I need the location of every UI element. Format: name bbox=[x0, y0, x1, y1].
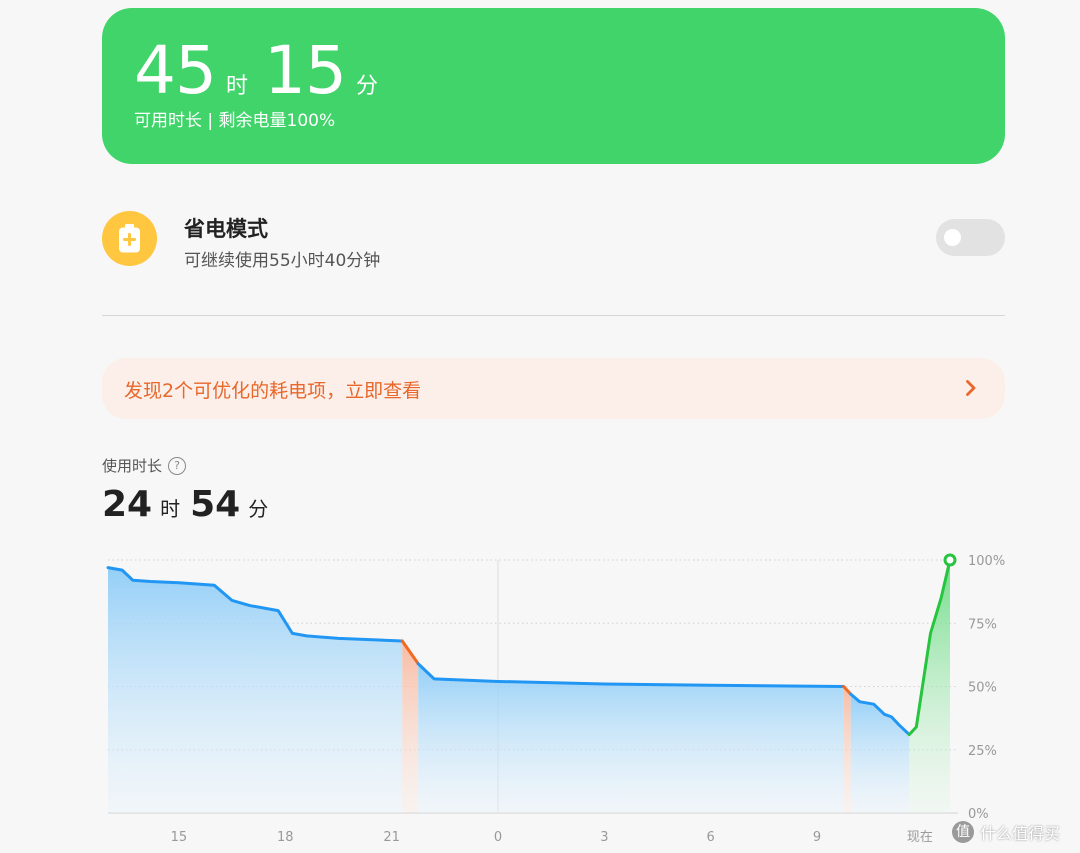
y-tick-label: 25% bbox=[968, 744, 997, 759]
rapid-drain-area bbox=[843, 686, 851, 813]
divider bbox=[102, 315, 1005, 316]
x-tick-label: 18 bbox=[277, 830, 294, 845]
power-saving-subtitle: 可继续使用55小时40分钟 bbox=[184, 251, 381, 271]
battery-page: 45 时 15 分 可用时长 | 剩余电量100% 省电模式 可继续使用55小时… bbox=[0, 0, 1080, 853]
battery-subtitle: 可用时长 | 剩余电量100% bbox=[134, 111, 336, 131]
chevron-right-icon bbox=[965, 379, 977, 401]
power-saving-title: 省电模式 bbox=[184, 217, 268, 241]
x-tick-label: 21 bbox=[383, 830, 400, 845]
remaining-time: 45 时 15 分 bbox=[134, 32, 394, 110]
watermark: 值 什么值得买 bbox=[952, 820, 1060, 844]
current-level-marker bbox=[943, 553, 957, 567]
usage-hour-unit: 时 bbox=[160, 497, 181, 521]
usage-label: 使用时长 ? bbox=[102, 455, 187, 476]
power-saving-row[interactable]: 省电模式 可继续使用55小时40分钟 bbox=[102, 205, 1005, 275]
y-tick-label: 75% bbox=[968, 617, 997, 632]
y-tick-label: 100% bbox=[968, 554, 1005, 569]
battery-plus-icon bbox=[102, 211, 157, 266]
power-saving-toggle[interactable] bbox=[936, 219, 1005, 256]
x-tick-label: 3 bbox=[600, 830, 608, 845]
charging-area bbox=[909, 560, 950, 813]
optimization-text: 发现2个可优化的耗电项，立即查看 bbox=[124, 380, 422, 402]
battery-remaining-card: 45 时 15 分 可用时长 | 剩余电量100% bbox=[102, 8, 1005, 164]
usage-duration: 24 时 54 分 bbox=[102, 484, 278, 525]
watermark-logo: 值 bbox=[952, 821, 974, 843]
usage-hours: 24 bbox=[102, 484, 153, 525]
x-tick-label: 0 bbox=[494, 830, 502, 845]
x-tick-label: 6 bbox=[707, 830, 715, 845]
remaining-hours: 45 bbox=[134, 32, 217, 109]
minute-unit: 分 bbox=[355, 74, 378, 99]
x-tick-label: 9 bbox=[813, 830, 821, 845]
usage-label-text: 使用时长 bbox=[102, 457, 163, 475]
optimization-banner[interactable]: 发现2个可优化的耗电项，立即查看 bbox=[102, 358, 1005, 419]
battery-level-chart: 100%75%50%25%0%15 18 21 0 3 6 9 现在 bbox=[106, 553, 1005, 845]
x-tick-label: 现在 bbox=[907, 830, 933, 845]
help-icon[interactable]: ? bbox=[168, 456, 187, 475]
toggle-knob bbox=[944, 229, 961, 246]
watermark-text: 什么值得买 bbox=[980, 824, 1061, 843]
rapid-drain-area bbox=[402, 640, 419, 813]
y-tick-label: 50% bbox=[968, 681, 997, 696]
remaining-minutes: 15 bbox=[264, 32, 347, 109]
discharge-area bbox=[108, 567, 403, 813]
x-tick-label: 15 bbox=[171, 830, 188, 845]
usage-minutes: 54 bbox=[190, 484, 241, 525]
hour-unit: 时 bbox=[225, 74, 248, 99]
usage-minute-unit: 分 bbox=[248, 497, 269, 521]
